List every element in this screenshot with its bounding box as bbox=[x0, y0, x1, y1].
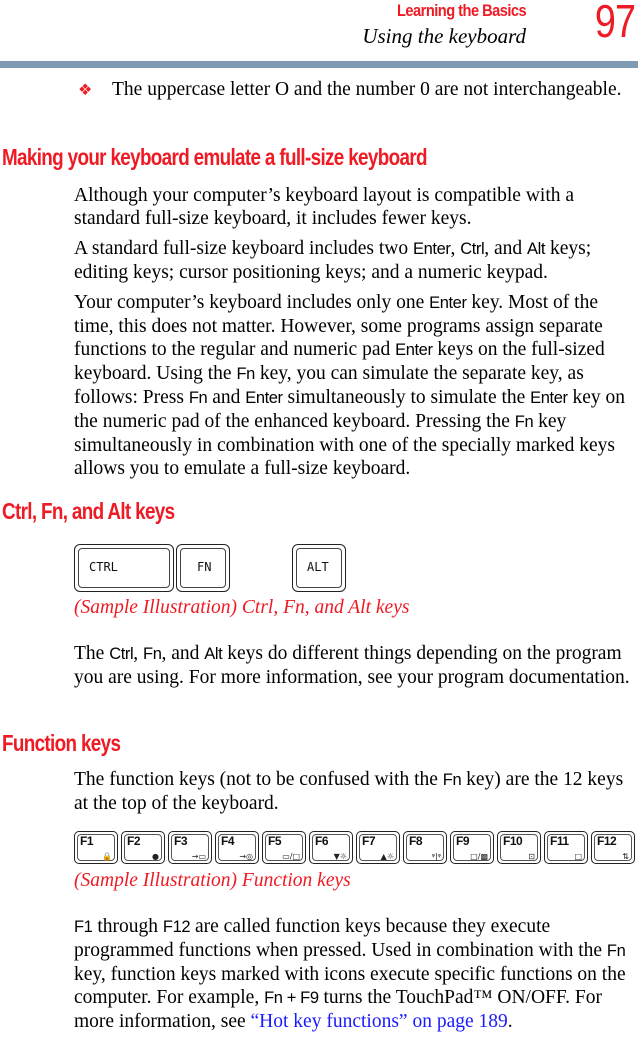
paragraph: The function keys (not to be confused wi… bbox=[74, 769, 624, 814]
key-name: Fn + F9 bbox=[264, 989, 319, 1007]
section3-intro: The function keys (not to be confused wi… bbox=[74, 768, 634, 815]
ctrl-key-illustration: CTRL bbox=[74, 544, 174, 592]
bullet-text: The uppercase letter O and the number 0 … bbox=[112, 79, 622, 100]
numeric-mode-icon: □ bbox=[574, 852, 582, 861]
f9-key-illustration: F9 □/▩ bbox=[450, 831, 494, 864]
section2-body: The Ctrl, Fn, and Alt keys do different … bbox=[74, 642, 634, 689]
section3-body: F1 through F12 are called function keys … bbox=[74, 915, 634, 1033]
sleep-icon: →▭ bbox=[191, 852, 206, 861]
key-label: FN bbox=[197, 560, 212, 574]
heading-ctrl-fn-alt: Ctrl, Fn, and Alt keys bbox=[2, 498, 175, 524]
paragraph: F1 through F12 are called function keys … bbox=[74, 916, 626, 1032]
paragraph: The Ctrl, Fn, and Alt keys do different … bbox=[74, 643, 630, 688]
key-label: CTRL bbox=[89, 560, 118, 574]
key-name: F12 bbox=[162, 918, 191, 936]
key-name: Alt bbox=[527, 240, 546, 258]
lock-icon: 🔒 bbox=[102, 852, 112, 861]
arrow-mode-icon: ⊡ bbox=[528, 852, 535, 861]
key-name: Fn bbox=[143, 645, 162, 663]
brightness-down-icon: ▼☼ bbox=[333, 852, 347, 861]
heading-emulate-full-size: Making your keyboard emulate a full-size… bbox=[2, 144, 427, 170]
f2-key-illustration: F2 ● bbox=[121, 831, 165, 864]
power-plan-icon: ● bbox=[152, 852, 159, 861]
fn-key-illustration: FN bbox=[176, 544, 230, 592]
scroll-lock-icon: ⇅ bbox=[622, 852, 629, 861]
key-name: Enter bbox=[245, 389, 283, 407]
section1-body: Although your computer’s keyboard layout… bbox=[74, 184, 634, 480]
alt-key-illustration: ALT bbox=[292, 544, 346, 592]
page-number: 97 bbox=[594, 0, 636, 47]
touchpad-icon: □/▩ bbox=[470, 852, 488, 861]
f12-key-illustration: F12 ⇅ bbox=[591, 831, 635, 864]
key-name: Fn bbox=[236, 365, 255, 383]
key-label: ALT bbox=[307, 560, 329, 574]
f1-key-illustration: F1 🔒 bbox=[74, 831, 118, 864]
chapter-title: Learning the Basics bbox=[396, 1, 527, 20]
f11-key-illustration: F11 □ bbox=[544, 831, 588, 864]
brightness-up-icon: ▲☼ bbox=[380, 852, 394, 861]
paragraph: Your computer’s keyboard includes only o… bbox=[74, 292, 626, 479]
f4-key-illustration: F4 →◎ bbox=[215, 831, 259, 864]
diamond-bullet-icon: ❖ bbox=[78, 82, 93, 99]
header-rule bbox=[0, 61, 638, 68]
key-name: Enter bbox=[413, 240, 451, 258]
key-name: Enter bbox=[530, 389, 568, 407]
hibernate-icon: →◎ bbox=[239, 852, 253, 861]
hot-key-functions-link[interactable]: “Hot key functions” on page 189 bbox=[251, 1011, 508, 1032]
section-title: Using the keyboard bbox=[362, 24, 526, 48]
key-name: Ctrl bbox=[109, 645, 134, 663]
paragraph: Although your computer’s keyboard layout… bbox=[74, 185, 575, 229]
f8-key-illustration: F8 ᵠ|ᵠ bbox=[403, 831, 447, 864]
key-name: Alt bbox=[204, 645, 223, 663]
key-name: Ctrl bbox=[460, 240, 485, 258]
f7-key-illustration: F7 ▲☼ bbox=[356, 831, 400, 864]
display-switch-icon: ▭/□ bbox=[282, 852, 300, 861]
key-name: Fn bbox=[606, 942, 626, 960]
key-name: Enter bbox=[395, 341, 433, 359]
f6-key-illustration: F6 ▼☼ bbox=[309, 831, 353, 864]
key-name: F1 bbox=[74, 918, 93, 936]
f3-key-illustration: F3 →▭ bbox=[168, 831, 212, 864]
key-name: Fn bbox=[442, 771, 462, 789]
figure-caption: (Sample Illustration) Function keys bbox=[74, 870, 351, 891]
paragraph: A standard full-size keyboard includes t… bbox=[74, 238, 592, 283]
key-name: Fn bbox=[188, 389, 208, 407]
heading-function-keys: Function keys bbox=[2, 730, 121, 756]
f5-key-illustration: F5 ▭/□ bbox=[262, 831, 306, 864]
key-name: Fn bbox=[514, 413, 534, 431]
key-name: Enter bbox=[429, 294, 467, 312]
figure-caption: (Sample Illustration) Ctrl, Fn, and Alt … bbox=[74, 597, 410, 618]
wireless-icon: ᵠ|ᵠ bbox=[431, 852, 441, 861]
f10-key-illustration: F10 ⊡ bbox=[497, 831, 541, 864]
